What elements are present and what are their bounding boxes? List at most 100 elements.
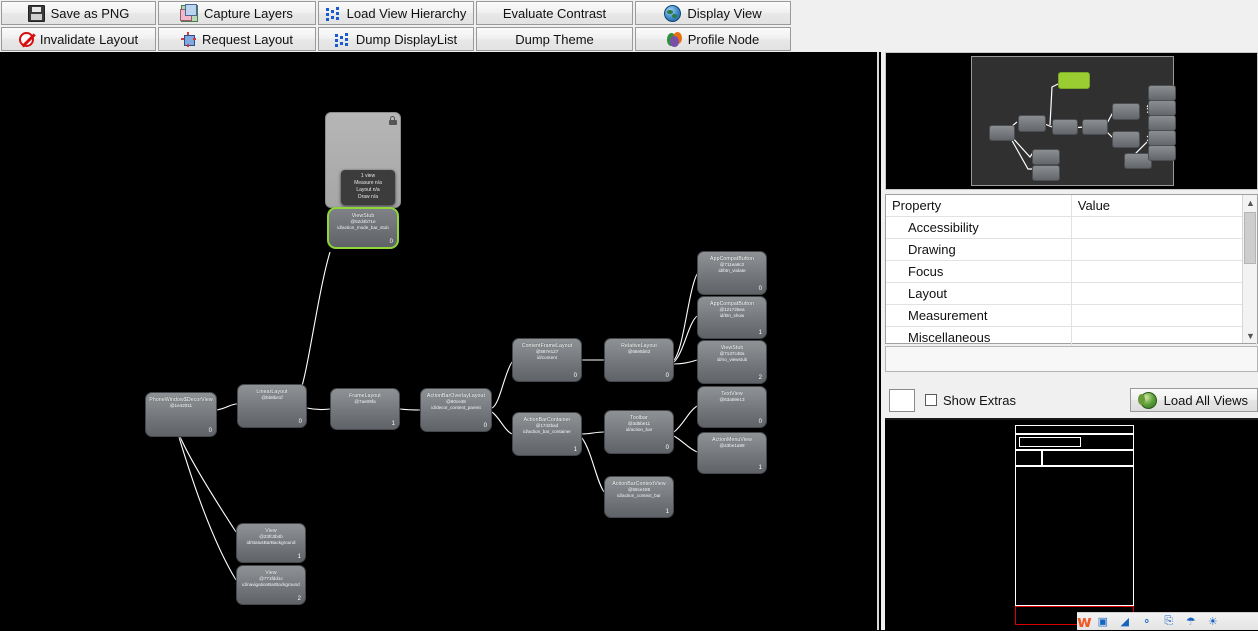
node-tooltip: 1 view Measure n/a Layout n/a Draw n/a bbox=[341, 170, 395, 205]
profile-node-label: Profile Node bbox=[687, 31, 760, 47]
tree-node-abcv[interactable]: ActionBarContextView @58ce185 id/action_co… bbox=[604, 476, 674, 518]
evaluate-contrast-button[interactable]: Evaluate Contrast bbox=[476, 1, 633, 25]
tree-node-child-count: 1 bbox=[665, 509, 669, 515]
tree-node-resource-id: id/decor_content_parent bbox=[431, 405, 481, 410]
tree-node-resource-id: id/btn_show bbox=[719, 313, 745, 318]
hierarchy-icon bbox=[325, 6, 341, 21]
tree-node-resource-id: id/statusBarBackground bbox=[246, 540, 296, 545]
property-table-panel[interactable]: Property Value Accessibility Drawing Focus… bbox=[885, 194, 1258, 349]
minimap-node bbox=[1032, 149, 1060, 165]
property-row[interactable]: Measurement bbox=[886, 304, 1258, 327]
tree-node-resource-id: id/navigationBarBackground bbox=[242, 582, 300, 587]
property-row[interactable]: Drawing bbox=[886, 238, 1258, 261]
snipaste-icon[interactable]: w bbox=[1077, 612, 1092, 631]
main-toolbar: Save as PNG Capture Layers Load View Hie… bbox=[0, 0, 1258, 52]
property-value-cell bbox=[1071, 304, 1258, 327]
tree-node-resource-id: id/content bbox=[537, 355, 557, 360]
show-extras-checkbox[interactable] bbox=[925, 394, 937, 406]
tree-node-abol[interactable]: ActionBarOverlayLayout @60ce48 id/decor_co… bbox=[420, 388, 492, 432]
evaluate-contrast-label: Evaluate Contrast bbox=[502, 5, 607, 21]
minimap-node bbox=[1148, 130, 1176, 146]
tree-node-linearlayout[interactable]: LinearLayout @bb8be1f 0 bbox=[237, 384, 307, 428]
tree-node-child-count: 0 bbox=[298, 419, 302, 425]
tree-node-navbar[interactable]: View @771fdd1c id/navigationBarBackground 2 bbox=[236, 565, 306, 605]
hierarchy-icon bbox=[334, 32, 350, 47]
minimap-node bbox=[1018, 115, 1046, 132]
column-header-value: Value bbox=[1071, 195, 1258, 217]
load-all-views-label: Load All Views bbox=[1163, 392, 1248, 408]
profile-icon bbox=[666, 31, 682, 47]
floppy-disk-icon bbox=[27, 4, 45, 22]
system-tray: w ▣ ◢ ⚬ ⎘ ☂ ☀ bbox=[1077, 612, 1258, 631]
globe-icon bbox=[1137, 391, 1157, 409]
tree-node-statusbar[interactable]: View @23fc3b4b id/statusBarBackground 1 bbox=[236, 523, 306, 563]
tree-node-viewstub-sel[interactable]: ViewStub @52d4b71e id/action_mode_bar_stub… bbox=[327, 207, 399, 249]
show-extras-checkbox-row[interactable]: Show Extras bbox=[925, 393, 1016, 408]
load-all-views-button[interactable]: Load All Views bbox=[1129, 388, 1258, 412]
property-name-cell: Drawing bbox=[886, 238, 1072, 261]
view-hierarchy-canvas[interactable]: 1 view Measure n/a Layout n/a Draw n/a P… bbox=[0, 52, 879, 630]
tree-node-toolbar[interactable]: Toolbar @3d5be11 id/action_bar 0 bbox=[604, 410, 674, 454]
capture-layers-label: Capture Layers bbox=[204, 5, 293, 21]
invalidate-layout-button[interactable]: Invalidate Layout bbox=[1, 27, 156, 51]
property-row[interactable]: Focus bbox=[886, 260, 1258, 283]
globe-icon bbox=[664, 4, 682, 22]
tree-node-resource-id: id/action_mode_bar_stub bbox=[337, 225, 389, 230]
scroll-down-icon[interactable]: ▼ bbox=[1243, 328, 1258, 343]
tree-node-child-count: 1 bbox=[297, 554, 301, 560]
tree-node-btn1[interactable]: AppCompatButton @711ea8c2 id/btn_violate 0 bbox=[697, 251, 767, 295]
request-layout-icon bbox=[180, 31, 196, 47]
tree-node-abc[interactable]: ActionBarContainer @1742bad id/action_bar_… bbox=[512, 412, 582, 456]
tree-node-child-count: 1 bbox=[758, 465, 762, 471]
tree-node-child-count: 1 bbox=[573, 447, 577, 453]
tree-node-decorview[interactable]: PhoneWindow$DecorView @1e42011 0 bbox=[145, 392, 217, 437]
property-table-header: Property Value bbox=[886, 195, 1258, 217]
scrollbar-thumb[interactable] bbox=[1244, 212, 1256, 264]
tree-node-hash: @43be1a98 bbox=[719, 443, 745, 448]
tree-node-btn2[interactable]: AppCompatButton @121725ea id/btn_show 1 bbox=[697, 296, 767, 339]
tree-node-rel[interactable]: RelativeLayout @68e5b63 0 bbox=[604, 338, 674, 382]
profile-node-button[interactable]: Profile Node bbox=[635, 27, 791, 51]
property-row[interactable]: Accessibility bbox=[886, 216, 1258, 239]
save-as-png-button[interactable]: Save as PNG bbox=[1, 1, 156, 25]
lock-icon bbox=[389, 116, 397, 125]
cloud-icon[interactable]: ☀ bbox=[1202, 613, 1224, 631]
right-panel: Property Value Accessibility Drawing Focus… bbox=[881, 52, 1258, 631]
property-table-body: Accessibility Drawing Focus Layout Measureme… bbox=[886, 216, 1258, 349]
capture-layers-button[interactable]: Capture Layers bbox=[158, 1, 316, 25]
minimap-node bbox=[1148, 115, 1176, 131]
property-row[interactable]: Layout bbox=[886, 282, 1258, 305]
dump-theme-button[interactable]: Dump Theme bbox=[476, 27, 633, 51]
tree-node-child-count: 0 bbox=[665, 445, 669, 451]
minimap-node bbox=[1112, 103, 1140, 120]
scroll-up-icon[interactable]: ▲ bbox=[1243, 195, 1258, 210]
minimap-node bbox=[1148, 145, 1176, 161]
tree-node-textview[interactable]: TextView @63a59e13 0 bbox=[697, 386, 767, 428]
tree-node-child-count: 0 bbox=[758, 286, 762, 292]
tree-node-vs2[interactable]: ViewStub @7137c48a id/no_viewstub 2 bbox=[697, 340, 767, 384]
color-swatch[interactable] bbox=[889, 388, 915, 412]
tree-node-amv[interactable]: ActionMenuView @43be1a98 1 bbox=[697, 432, 767, 474]
property-value-cell bbox=[1071, 282, 1258, 305]
tree-node-hash: @68e5b63 bbox=[627, 349, 651, 354]
ime-panel-icon[interactable]: ▣ bbox=[1092, 613, 1114, 631]
show-extras-label: Show Extras bbox=[943, 392, 1016, 408]
pen-icon[interactable]: ◢ bbox=[1114, 613, 1136, 631]
minimap-node-selected bbox=[1058, 72, 1090, 89]
invalidate-layout-label: Invalidate Layout bbox=[39, 31, 139, 47]
tree-node-framelayout[interactable]: FrameLayout @7ae09fa 1 bbox=[330, 388, 400, 430]
property-scrollbar[interactable]: ▲ ▼ bbox=[1242, 195, 1257, 343]
dump-displaylist-button[interactable]: Dump DisplayList bbox=[318, 27, 474, 51]
tree-node-cfl[interactable]: ContentFrameLayout @587e127 id/content 0 bbox=[512, 338, 582, 382]
load-view-hierarchy-button[interactable]: Load View Hierarchy bbox=[318, 1, 474, 25]
request-layout-button[interactable]: Request Layout bbox=[158, 27, 316, 51]
tree-node-child-count: 1 bbox=[758, 330, 762, 336]
minimap-viewport[interactable] bbox=[971, 56, 1176, 186]
keyboard-icon[interactable]: ⎘ bbox=[1158, 613, 1180, 631]
minimap[interactable] bbox=[885, 52, 1258, 190]
tree-node-child-count: 0 bbox=[389, 239, 393, 245]
display-view-button[interactable]: Display View bbox=[635, 1, 791, 25]
wireframe-preview[interactable] bbox=[885, 418, 1258, 630]
user-icon[interactable]: ☂ bbox=[1180, 613, 1202, 631]
settings-icon[interactable]: ⚬ bbox=[1136, 613, 1158, 631]
